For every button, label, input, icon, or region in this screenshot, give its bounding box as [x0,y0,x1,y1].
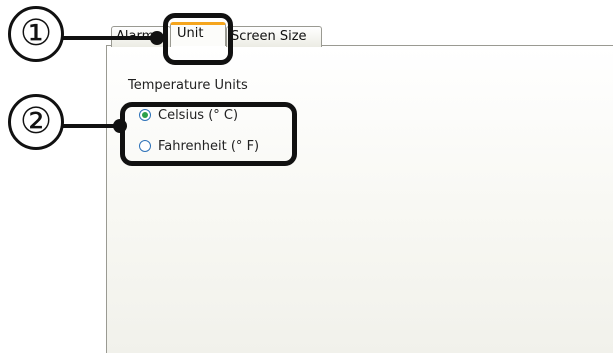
temperature-units-label: Temperature Units [128,78,248,93]
callout-1-leader [62,36,156,40]
callout-1-box [163,13,233,65]
callout-2-box [120,102,297,166]
callout-2-dot [113,119,127,133]
callout-1-number: ① [8,6,64,62]
tab-screen-size[interactable]: Screen Size [226,26,322,47]
callout-2-leader [62,124,118,128]
callout-1-dot [150,31,164,45]
callout-2-number: ② [8,94,64,150]
